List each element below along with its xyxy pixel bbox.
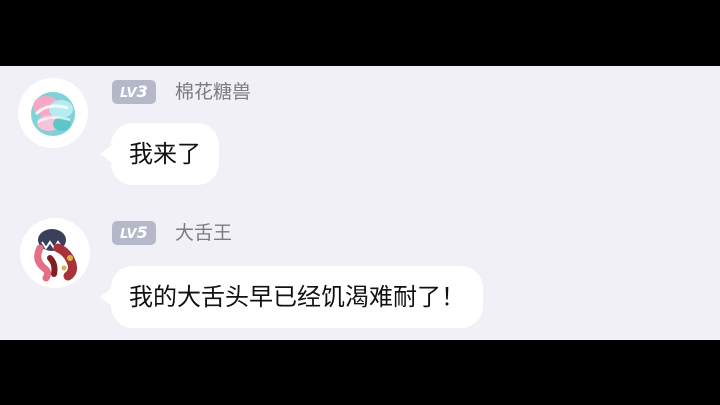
chat-area: LV3 棉花糖兽 我来了 LV5 大舌王 我的大舌头早已经饥渴难耐了！ — [0, 66, 720, 340]
level-badge: LV3 — [112, 80, 156, 104]
level-number: 5 — [136, 223, 148, 242]
level-number: 3 — [136, 82, 148, 101]
level-badge: LV5 — [112, 221, 156, 245]
avatar[interactable] — [18, 78, 88, 148]
avatar[interactable] — [20, 218, 90, 288]
message-bubble[interactable]: 我的大舌头早已经饥渴难耐了！ — [111, 266, 483, 328]
username: 棉花糖兽 — [175, 81, 252, 103]
username: 大舌王 — [175, 222, 233, 244]
level-prefix: LV — [120, 227, 137, 242]
cotton-candy-monster-icon — [18, 78, 88, 148]
big-tongue-monster-icon — [20, 218, 90, 288]
level-prefix: LV — [120, 86, 137, 101]
message-bubble[interactable]: 我来了 — [111, 123, 219, 185]
